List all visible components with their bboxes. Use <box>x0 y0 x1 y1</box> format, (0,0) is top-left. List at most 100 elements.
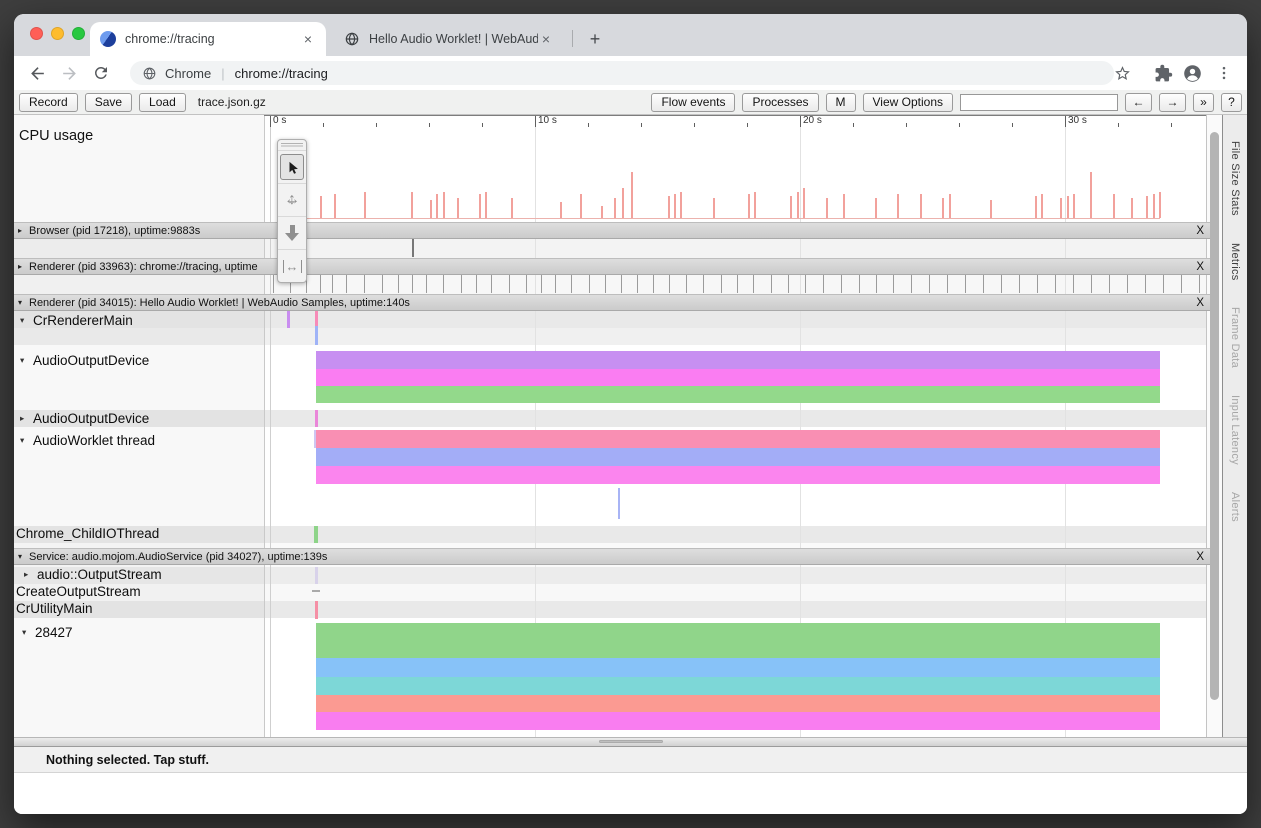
trace-tick[interactable] <box>737 273 738 293</box>
omnibox[interactable]: Chrome | chrome://tracing <box>130 61 1114 85</box>
thread-label-audiooutputdevice-1[interactable]: ▾AudioOutputDevice <box>20 352 149 369</box>
expand-arrow-icon[interactable]: ▾ <box>20 355 33 366</box>
expand-arrow-icon[interactable]: ▸ <box>18 262 29 271</box>
bookmark-star-icon[interactable] <box>1110 61 1134 85</box>
sidebar-tab-frame-data[interactable]: Frame Data <box>1229 307 1241 368</box>
trace-tick[interactable] <box>509 273 510 293</box>
reload-icon[interactable] <box>89 61 113 85</box>
thread-label-crrenderermain[interactable]: ▾CrRendererMain <box>20 312 133 329</box>
trace-tick[interactable] <box>426 273 427 293</box>
expand-arrow-icon[interactable]: ▸ <box>20 413 33 424</box>
trace-tick[interactable] <box>526 273 527 293</box>
trace-tick[interactable] <box>669 273 670 293</box>
close-track-button[interactable]: X <box>1196 551 1204 563</box>
trace-tick[interactable] <box>346 273 347 293</box>
sidebar-tab-alerts[interactable]: Alerts <box>1229 492 1241 522</box>
trace-tick[interactable] <box>893 273 894 293</box>
trace-event-mark[interactable] <box>314 526 318 543</box>
sidebar-tab-input-latency[interactable]: Input Latency <box>1229 395 1241 465</box>
view-options-button[interactable]: View Options <box>863 93 953 112</box>
trace-tick[interactable] <box>541 273 542 293</box>
find-input[interactable] <box>960 94 1118 111</box>
zoom-window-button[interactable] <box>72 27 85 40</box>
tab-close-icon[interactable]: × <box>538 31 554 47</box>
find-previous-button[interactable]: ← <box>1125 93 1152 112</box>
process-header-audio-service[interactable]: ▾ Service: audio.mojom.AudioService (pid… <box>14 548 1210 565</box>
trace-tick[interactable] <box>1055 273 1056 293</box>
trace-slice-bar[interactable] <box>316 712 1160 730</box>
timeline-layer[interactable]: 0 s10 s20 s30 s <box>270 115 1206 737</box>
find-more-button[interactable]: » <box>1193 93 1214 112</box>
trace-tick[interactable] <box>637 273 638 293</box>
trace-tick[interactable] <box>398 273 399 293</box>
tab-close-icon[interactable]: × <box>300 31 316 47</box>
trace-tick[interactable] <box>859 273 860 293</box>
trace-tick[interactable] <box>841 273 842 293</box>
trace-tick[interactable] <box>1199 273 1200 293</box>
thread-label-audiooutputdevice-2[interactable]: ▸AudioOutputDevice <box>20 410 149 427</box>
sidebar-tab-metrics[interactable]: Metrics <box>1229 243 1241 281</box>
trace-slice-bar[interactable] <box>316 695 1160 712</box>
close-track-button[interactable]: X <box>1196 297 1204 309</box>
trace-tick[interactable] <box>320 273 321 293</box>
trace-tick[interactable] <box>621 273 622 293</box>
trace-tick[interactable] <box>805 273 806 293</box>
trace-tick[interactable] <box>1181 273 1182 293</box>
trace-tick[interactable] <box>555 273 556 293</box>
trace-tick[interactable] <box>876 273 877 293</box>
trace-slice-bar[interactable] <box>316 369 1160 386</box>
menu-dots-icon[interactable] <box>1212 61 1236 85</box>
trace-event-mark[interactable] <box>315 326 318 345</box>
expand-arrow-icon[interactable]: ▸ <box>24 569 37 580</box>
trace-tick[interactable] <box>1109 273 1110 293</box>
selection-tool-button[interactable] <box>278 150 306 183</box>
trace-tick[interactable] <box>653 273 654 293</box>
find-next-button[interactable]: → <box>1159 93 1186 112</box>
close-window-button[interactable] <box>30 27 43 40</box>
trace-slice-bar[interactable] <box>316 448 1160 466</box>
minimize-window-button[interactable] <box>51 27 64 40</box>
expand-arrow-icon[interactable]: ▾ <box>18 298 29 307</box>
trace-tick[interactable] <box>1073 273 1074 293</box>
processes-button[interactable]: Processes <box>742 93 818 112</box>
trace-tick[interactable] <box>1091 273 1092 293</box>
new-tab-button[interactable]: + <box>582 26 608 52</box>
profile-avatar-icon[interactable] <box>1180 61 1204 85</box>
help-button[interactable]: ? <box>1221 93 1242 112</box>
zoom-tool-button[interactable] <box>278 216 306 249</box>
trace-tick[interactable] <box>703 273 704 293</box>
thread-label-chrome-childiothread[interactable]: Chrome_ChildIOThread <box>16 525 159 542</box>
trace-tick[interactable] <box>273 273 274 293</box>
vertical-scrollbar[interactable] <box>1210 132 1219 700</box>
back-icon[interactable] <box>25 61 49 85</box>
trace-slice-bar[interactable] <box>316 623 1160 658</box>
trace-tick[interactable] <box>364 273 365 293</box>
panel-drag-handle[interactable] <box>281 143 303 148</box>
trace-slice-bar[interactable] <box>316 677 1160 695</box>
trace-tick[interactable] <box>1037 273 1038 293</box>
load-button[interactable]: Load <box>139 93 186 112</box>
trace-tick[interactable] <box>1145 273 1146 293</box>
thread-label-28427[interactable]: ▾28427 <box>22 624 73 641</box>
process-header-renderer-33963[interactable]: ▸ Renderer (pid 33963): chrome://tracing… <box>14 258 1210 275</box>
trace-tick[interactable] <box>1001 273 1002 293</box>
trace-tick[interactable] <box>382 273 383 293</box>
close-track-button[interactable]: X <box>1196 225 1204 237</box>
close-track-button[interactable]: X <box>1196 261 1204 273</box>
trace-slice-bar[interactable] <box>316 658 1160 677</box>
trace-event-mark[interactable] <box>287 311 290 328</box>
record-button[interactable]: Record <box>19 93 78 112</box>
analysis-drag-divider[interactable] <box>14 737 1247 747</box>
trace-tick[interactable] <box>771 273 772 293</box>
trace-tick[interactable] <box>412 273 413 293</box>
forward-icon[interactable] <box>57 61 81 85</box>
trace-event-mark[interactable] <box>314 430 316 448</box>
trace-tick[interactable] <box>605 273 606 293</box>
trace-tick[interactable] <box>947 273 948 293</box>
sidebar-tab-file-size-stats[interactable]: File Size Stats <box>1229 141 1241 216</box>
timing-tool-button[interactable]: ↔ <box>278 249 306 282</box>
trace-tick[interactable] <box>412 237 414 257</box>
thread-label-createoutputstream[interactable]: CreateOutputStream <box>16 583 141 600</box>
tab-webaudio[interactable]: Hello Audio Worklet! | WebAud × <box>334 22 564 56</box>
trace-tick[interactable] <box>461 273 462 293</box>
